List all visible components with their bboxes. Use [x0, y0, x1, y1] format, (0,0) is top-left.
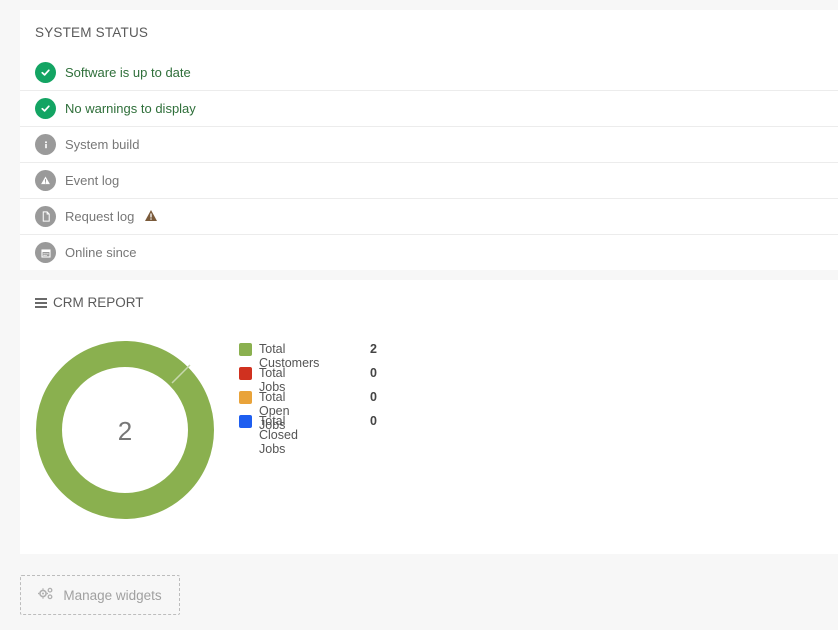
- legend-swatch: [239, 367, 252, 380]
- status-label: System build: [65, 137, 140, 152]
- status-item-request-log[interactable]: Request log: [20, 199, 838, 235]
- status-list: Software is up to date No warnings to di…: [20, 55, 838, 270]
- warning-icon: [35, 170, 56, 191]
- legend-label: Total Closed Jobs: [259, 414, 298, 456]
- file-icon: [35, 206, 56, 227]
- status-item-software: Software is up to date: [20, 55, 838, 91]
- crm-donut-chart: 2: [36, 341, 214, 519]
- legend-value: 0: [370, 390, 377, 404]
- status-item-system-build[interactable]: System build: [20, 127, 838, 163]
- warning-triangle-icon: [144, 209, 158, 227]
- status-label: Software is up to date: [65, 65, 191, 80]
- legend-value: 0: [370, 366, 377, 380]
- status-item-event-log[interactable]: Event log: [20, 163, 838, 199]
- donut-center-value: 2: [118, 416, 132, 446]
- legend-value: 0: [370, 414, 377, 428]
- legend-swatch: [239, 391, 252, 404]
- status-item-warnings: No warnings to display: [20, 91, 838, 127]
- check-icon: [35, 98, 56, 119]
- legend-swatch: [239, 415, 252, 428]
- manage-widgets-button[interactable]: Manage widgets: [20, 575, 180, 615]
- crm-report-panel: CRM REPORT 2 Total Customers 2 Total Job…: [20, 280, 838, 554]
- manage-widgets-label: Manage widgets: [63, 587, 162, 603]
- legend-value: 2: [370, 342, 377, 356]
- calendar-icon: [35, 242, 56, 263]
- info-icon: [35, 134, 56, 155]
- gears-icon: [38, 587, 54, 603]
- crm-report-title: CRM REPORT: [53, 295, 144, 310]
- legend-swatch: [239, 343, 252, 356]
- system-status-panel: SYSTEM STATUS Software is up to date No …: [20, 10, 838, 270]
- check-icon: [35, 62, 56, 83]
- hamburger-menu-icon[interactable]: [35, 298, 47, 308]
- status-label: Event log: [65, 173, 120, 188]
- status-item-online-since: Online since: [20, 235, 838, 270]
- status-label: Request log: [65, 209, 135, 224]
- status-label: Online since: [65, 245, 137, 260]
- system-status-title: SYSTEM STATUS: [35, 25, 149, 40]
- status-label: No warnings to display: [65, 101, 196, 116]
